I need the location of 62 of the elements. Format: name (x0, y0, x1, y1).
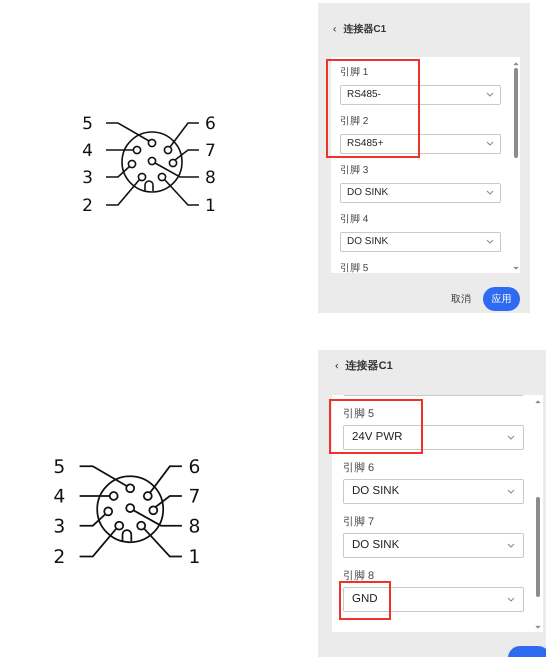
pin-number: 7 (205, 141, 216, 161)
pin-number: 1 (205, 196, 216, 216)
leader-line (80, 465, 128, 487)
chevron-down-icon (507, 597, 515, 602)
back-button[interactable]: ‹ (333, 22, 336, 38)
chevron-down-icon (486, 141, 494, 146)
dropdown-field[interactable]: DO SINK (343, 479, 524, 504)
dropdown-field[interactable]: 24V PWR (343, 425, 524, 450)
pin-number: 8 (205, 168, 216, 188)
pin-label: 引脚 6 (343, 461, 376, 475)
dropdown-field[interactable]: RS485- (340, 84, 501, 105)
dropdown-field[interactable]: RS485+ (340, 134, 501, 154)
chevron-down-icon (507, 543, 515, 548)
chevron-down-icon (486, 239, 494, 244)
scrollbar-thumb[interactable] (536, 497, 540, 597)
dropdown-field[interactable]: DO SINK (340, 232, 501, 252)
pin-number: 3 (53, 516, 66, 538)
chevron-down-icon (486, 190, 494, 196)
cancel-button[interactable]: 取消 (451, 292, 471, 307)
pin-label: 引脚 2 (340, 116, 370, 128)
connector-drawing (121, 131, 183, 193)
pin-label: 引脚 1 (340, 66, 370, 79)
dropdown-field[interactable]: DO SINK (340, 182, 501, 203)
pin-label: 引脚 7 (343, 515, 376, 529)
pin-number: 2 (82, 196, 93, 216)
pin-label: 引脚 8 (343, 569, 376, 583)
scroll-up-icon (513, 62, 519, 66)
pin-label: 引脚 5 (340, 262, 370, 274)
pin-number: 4 (53, 486, 66, 508)
leader-line (149, 465, 182, 494)
pin-number: 6 (188, 456, 200, 478)
pin-number: 1 (188, 547, 200, 568)
pin-label: 引脚 5 (343, 407, 376, 421)
pin-number: 2 (53, 547, 66, 568)
pin-number: 3 (82, 168, 93, 188)
pin-number: 5 (53, 456, 66, 478)
scroll-up-icon (535, 400, 541, 404)
apply-button[interactable]: 应用 (483, 287, 520, 312)
leader-line (154, 495, 182, 508)
scroll-down-icon (513, 266, 519, 270)
back-button[interactable]: ‹ (335, 358, 339, 374)
chevron-down-icon (507, 435, 515, 440)
pin-label: 引脚 3 (340, 164, 370, 177)
pin-label: 引脚 4 (340, 214, 370, 226)
pin-number: 4 (82, 141, 93, 161)
pin-number: 7 (188, 486, 200, 508)
leader-line (169, 122, 199, 148)
scroll-down-icon (535, 625, 541, 629)
leader-line (106, 122, 150, 142)
pin-number: 6 (205, 114, 216, 134)
dropdown-field[interactable]: GND (343, 587, 524, 612)
dialog-title: 连接器C1 (343, 22, 386, 38)
leader-line (106, 149, 134, 151)
chevron-down-icon (486, 92, 494, 98)
connector-drawing (96, 475, 164, 544)
scrollbar-thumb[interactable] (514, 68, 518, 158)
pin-number: 5 (82, 114, 93, 134)
dialog-title: 连接器C1 (346, 358, 393, 374)
chevron-down-icon (507, 489, 515, 494)
pin-number: 8 (188, 516, 200, 538)
dropdown-field[interactable]: DO SINK (343, 533, 524, 558)
leader-line (80, 495, 110, 497)
